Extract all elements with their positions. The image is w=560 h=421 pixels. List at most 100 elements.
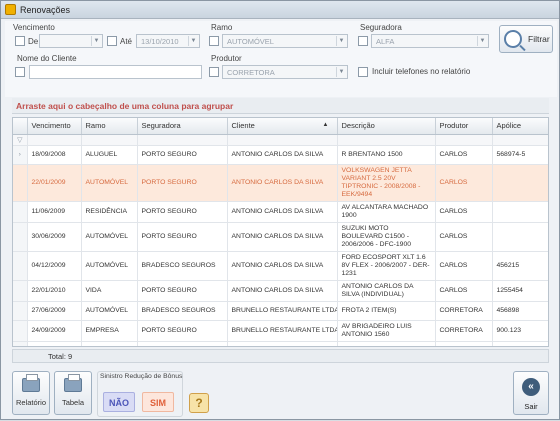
cell-seguradora: MAPFRE — [137, 341, 228, 346]
cell-ramo: AUTOMÓVEL — [81, 251, 138, 281]
incluir-telefones-label: Incluir telefones no relatório — [372, 67, 471, 76]
de-label: De — [28, 37, 39, 46]
nome-cliente-input[interactable] — [29, 65, 202, 79]
table-row[interactable]: 22/01/2010 VIDA PORTO SEGURO ANTONIO CARLOS… — [13, 280, 548, 302]
row-indicator[interactable] — [13, 320, 28, 342]
table-row[interactable]: 11/06/2009 RESIDÊNCIA PORTO SEGURO ANTONIO … — [13, 201, 548, 223]
cell-descricao: R BRENTANO 1500 — [337, 145, 436, 165]
chevron-down-icon[interactable]: ▼ — [91, 36, 101, 46]
incluir-telefones-checkbox[interactable] — [358, 67, 368, 77]
cell-apolice: 900.123 — [492, 320, 548, 342]
ramo-label: Ramo — [211, 23, 233, 32]
sair-button[interactable]: « Sair — [513, 371, 549, 415]
cell-produtor: CORRETORA — [435, 341, 493, 346]
ramo-checkbox[interactable] — [209, 36, 219, 46]
produtor-value: CORRETORA — [227, 68, 275, 77]
cell-apolice — [492, 164, 548, 202]
cell-descricao: AV ALCANTARA MACHADO 1900 — [337, 201, 436, 223]
row-indicator[interactable] — [13, 280, 28, 302]
tabela-button[interactable]: Tabela — [54, 371, 92, 415]
cell-seguradora: BRADESCO SEGUROS — [137, 301, 228, 321]
cell-descricao: GRUPO 14 VIDA(S) — [337, 341, 436, 346]
row-indicator[interactable] — [13, 164, 28, 202]
cell-ramo: VIDA — [81, 280, 138, 302]
produtor-select[interactable]: CORRETORA ▼ — [222, 65, 348, 79]
col-vencimento[interactable]: Vencimento — [27, 118, 82, 135]
produtor-checkbox[interactable] — [209, 67, 219, 77]
cell-produtor: CORRETORA — [435, 301, 493, 321]
col-apolice[interactable]: Apólice — [492, 118, 548, 135]
row-indicator[interactable] — [13, 251, 28, 281]
ate-label: Até — [120, 37, 133, 46]
cell-vencimento: 30/06/2009 — [27, 222, 82, 252]
row-indicator[interactable] — [13, 341, 28, 346]
seguradora-select[interactable]: ALFA ▼ — [371, 34, 489, 48]
tabela-label: Tabela — [61, 398, 85, 407]
cell-descricao: FORD ECOSPORT XLT 1.6 8V FLEX - 2006/200… — [337, 251, 436, 281]
group-by-area[interactable]: Arraste aqui o cabeçalho de uma coluna p… — [12, 98, 549, 114]
de-checkbox[interactable] — [15, 36, 25, 46]
filter-cell[interactable] — [337, 134, 436, 146]
seguradora-label: Seguradora — [360, 23, 402, 32]
chevron-down-icon[interactable]: ▼ — [336, 67, 346, 77]
de-date-input[interactable]: ▼ — [39, 34, 103, 48]
table-row[interactable]: 30/06/2009 AUTOMÓVEL PORTO SEGURO ANTONIO C… — [13, 222, 548, 252]
title-bar: Renovações — [1, 1, 559, 19]
ramo-select[interactable]: AUTOMÓVEL ▼ — [222, 34, 348, 48]
sim-button[interactable]: SIM — [142, 392, 174, 412]
cell-apolice: 456898 — [492, 301, 548, 321]
relatorio-button[interactable]: Relatório — [12, 371, 50, 415]
filter-cell[interactable] — [137, 134, 228, 146]
filter-cell[interactable] — [81, 134, 138, 146]
cell-apolice — [492, 222, 548, 252]
ate-date-value: 13/10/2010 — [141, 37, 179, 46]
row-indicator[interactable] — [13, 301, 28, 321]
row-indicator[interactable] — [13, 222, 28, 252]
table-row[interactable]: 04/12/2009 AUTOMÓVEL BRADESCO SEGUROS ANTON… — [13, 251, 548, 281]
chevron-down-icon[interactable]: ▼ — [477, 36, 487, 46]
row-indicator[interactable]: › — [13, 145, 28, 165]
cell-descricao: VOLKSWAGEN JETTA VARIANT 2.5 20V TIPTRON… — [337, 164, 436, 202]
col-produtor[interactable]: Produtor — [435, 118, 493, 135]
printer-icon — [22, 374, 40, 392]
cell-seguradora: PORTO SEGURO — [137, 320, 228, 342]
cell-ramo: VIDA — [81, 341, 138, 346]
col-cliente[interactable]: Cliente ▲ — [227, 118, 338, 135]
cell-cliente: ANTONIO CARLOS DA SILVA — [227, 201, 338, 223]
cell-ramo: AUTOMÓVEL — [81, 164, 138, 202]
filter-row[interactable]: ▽ — [13, 134, 548, 146]
filter-cell[interactable] — [435, 134, 493, 146]
ate-checkbox[interactable] — [107, 36, 117, 46]
row-indicator[interactable] — [13, 201, 28, 223]
filter-cell[interactable] — [227, 134, 338, 146]
help-button[interactable]: ? — [189, 393, 209, 413]
col-ramo[interactable]: Ramo — [81, 118, 138, 135]
filter-cell[interactable] — [27, 134, 82, 146]
col-seguradora[interactable]: Seguradora — [137, 118, 228, 135]
cell-ramo: AUTOMÓVEL — [81, 301, 138, 321]
ate-date-input[interactable]: 13/10/2010 ▼ — [136, 34, 200, 48]
table-row[interactable]: 27/06/2009 AUTOMÓVEL BRADESCO SEGUROS BRUNE… — [13, 301, 548, 321]
cell-vencimento: 18/09/2008 — [27, 145, 82, 165]
table-row[interactable]: › 18/09/2008 ALUGUEL PORTO SEGURO ANTONIO CA… — [13, 145, 548, 165]
cell-vencimento: 11/06/2009 — [27, 201, 82, 223]
cell-produtor: CARLOS — [435, 145, 493, 165]
cell-vencimento: 22/01/2010 — [27, 280, 82, 302]
seguradora-checkbox[interactable] — [358, 36, 368, 46]
nao-button[interactable]: NÃO — [103, 392, 135, 412]
printer-icon — [64, 374, 82, 392]
filter-cell[interactable] — [492, 134, 548, 146]
filtrar-button[interactable]: Filtrar — [499, 25, 553, 53]
sinistro-title: Sinistro Redução de Bônus — [100, 373, 183, 380]
cell-vencimento: 22/01/2009 — [27, 164, 82, 202]
chevron-down-icon[interactable]: ▼ — [336, 36, 346, 46]
table-row[interactable]: 10/01/2010VIDAMAPFREBRUNELLO RESTAURANTE… — [13, 341, 548, 346]
nome-cliente-checkbox[interactable] — [15, 67, 25, 77]
col-descricao[interactable]: Descrição — [337, 118, 436, 135]
row-header-corner — [13, 118, 28, 135]
chevron-down-icon[interactable]: ▼ — [188, 36, 198, 46]
table-row[interactable]: 24/09/2009 EMPRESA PORTO SEGURO BRUNELLO RE… — [13, 320, 548, 342]
filter-icon[interactable]: ▽ — [13, 134, 28, 146]
cell-produtor: CARLOS — [435, 251, 493, 281]
table-row[interactable]: 22/01/2009 AUTOMÓVEL PORTO SEGURO ANTONIO C… — [13, 164, 548, 202]
